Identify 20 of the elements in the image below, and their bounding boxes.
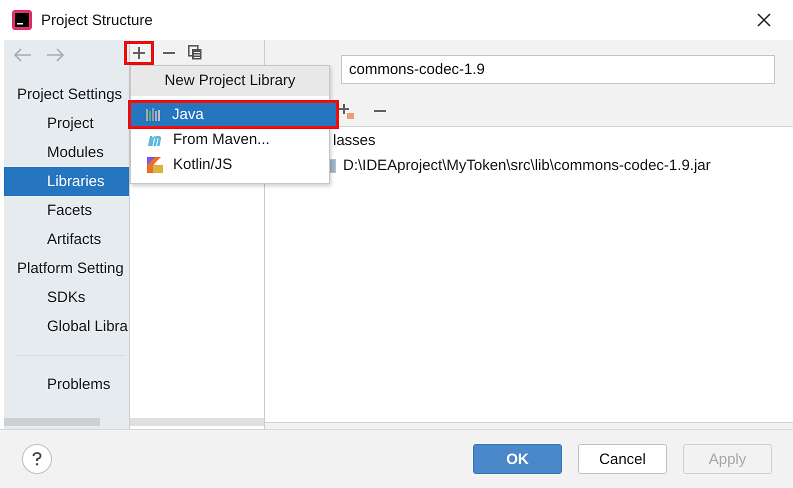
window-title: Project Structure [41, 12, 153, 28]
sidebar-item[interactable]: SDKs [4, 283, 129, 312]
sidebar-item[interactable]: Project [4, 109, 129, 138]
name-field[interactable]: commons-codec-1.9 [341, 54, 775, 84]
menu-item[interactable]: Java [130, 102, 337, 127]
sidebar-item[interactable]: Facets [4, 196, 129, 225]
sidebar-item[interactable]: Problems [4, 370, 129, 399]
tree-node[interactable]: D:\IDEAproject\MyToken\src\lib\commons-codec-1.9.jar [343, 157, 711, 174]
tree-node[interactable]: lasses [333, 129, 793, 153]
sidebar-item[interactable]: Artifacts [4, 225, 129, 254]
section-header: Project Settings [16, 85, 122, 105]
dialog-button[interactable]: Cancel [578, 444, 667, 474]
menu-item[interactable]: From Maven... [131, 127, 329, 152]
menu-title: New Project Library [131, 66, 329, 96]
sidebar-item[interactable]: Modules [4, 138, 129, 167]
ok-button[interactable]: OK [473, 444, 562, 474]
menu-item[interactable]: Kotlin/JS [131, 152, 329, 177]
sidebar-item[interactable]: Global Libra [4, 312, 129, 341]
sidebar-item[interactable]: Libraries [4, 167, 129, 196]
section-header: Platform Setting [16, 259, 124, 279]
